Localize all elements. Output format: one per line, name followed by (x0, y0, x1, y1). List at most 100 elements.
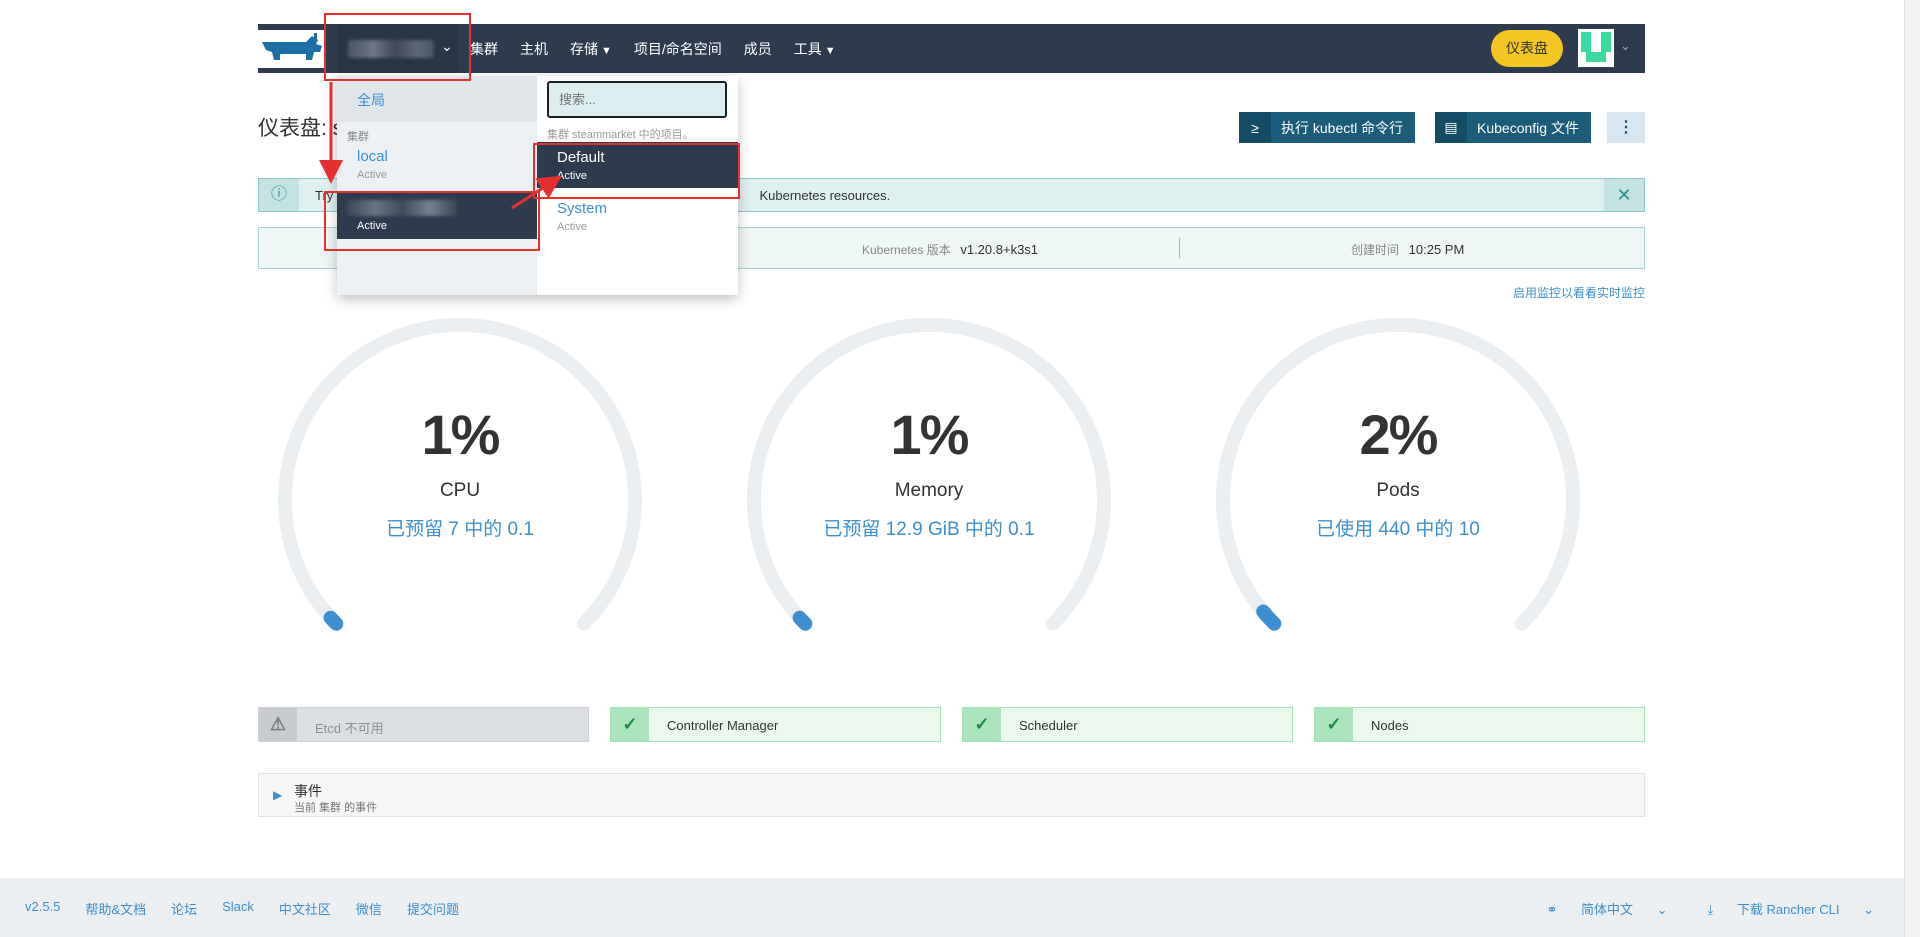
memory-label: Memory (894, 480, 964, 501)
events-subtitle: 当前 集群 的事件 (294, 802, 378, 814)
cluster-project-dropdown: 全局 集群 local Active Active 集群 steammarket… (337, 76, 738, 295)
k8s-version: Kubernetes 版本 v1.20.8+k3s1 (862, 241, 1038, 258)
project-search-input[interactable] (547, 81, 727, 118)
info-icon: ⓘ (259, 179, 299, 211)
pods-percent: 2% (1359, 403, 1439, 466)
created-time: 创建时间 10:25 PM (1351, 241, 1464, 258)
nav-storage[interactable]: 存储 ▼ (570, 39, 612, 59)
nav-tools[interactable]: 工具 ▼ (794, 39, 836, 59)
memory-percent: 1% (890, 403, 970, 466)
footer-community-link[interactable]: 中文社区 (279, 899, 331, 918)
footer-slack-link[interactable]: Slack (222, 899, 254, 918)
cluster-selector[interactable]: ⌄ (338, 24, 458, 73)
chevron-down-icon: ⌄ (1859, 902, 1874, 917)
cluster-list: 全局 集群 local Active Active (337, 76, 537, 295)
nav-hosts[interactable]: 主机 (520, 39, 548, 59)
footer: v2.5.5 帮助&文档 论坛 Slack 中文社区 微信 提交问题 ⚭ 简体中… (0, 878, 1904, 937)
project-list: 集群 steammarket 中的项目。 Default Active Syst… (537, 76, 738, 295)
cpu-percent: 1% (421, 403, 501, 466)
nodes-status: ✓ Nodes (1314, 707, 1645, 742)
cpu-gauge: 1% CPU 已预留 7 中的 0.1 (260, 310, 660, 650)
cpu-detail: 已预留 7 中的 0.1 (386, 519, 534, 540)
footer-version-link[interactable]: v2.5.5 (25, 899, 60, 918)
footer-forum-link[interactable]: 论坛 (171, 899, 197, 918)
footer-wechat-link[interactable]: 微信 (356, 899, 382, 918)
cluster-name-redacted (347, 200, 457, 216)
project-name: Default (557, 149, 605, 166)
cpu-label: CPU (439, 480, 481, 501)
chevron-down-icon: ▼ (601, 44, 612, 57)
controller-manager-status: ✓ Controller Manager (610, 707, 941, 742)
created-value: 10:25 PM (1408, 242, 1465, 257)
rancher-logo[interactable] (258, 30, 324, 68)
global-label: 全局 (357, 92, 385, 108)
footer-right: ⚭ 简体中文 ⌄ ⤓ 下载 Rancher CLI ⌄ (1506, 899, 1874, 918)
divider (1179, 238, 1180, 258)
page-title: 仪表盘: s (258, 117, 344, 140)
main-nav: 集群 主机 存储 ▼ 项目/命名空间 成员 工具 ▼ (470, 24, 858, 73)
cluster-name: local (357, 148, 388, 165)
nav-projects-namespaces[interactable]: 项目/命名空间 (634, 39, 722, 59)
more-actions-button[interactable]: ⋮ (1607, 112, 1645, 143)
language-selector[interactable]: ⚭ 简体中文 ⌄ (1526, 899, 1667, 918)
kubeconfig-file-button[interactable]: ▤ Kubeconfig 文件 (1435, 112, 1591, 143)
controller-manager-label: Controller Manager (667, 718, 779, 733)
cluster-status: Active (357, 220, 387, 232)
download-cli-button[interactable]: ⤓ 下载 Rancher CLI ⌄ (1688, 899, 1874, 918)
scheduler-label: Scheduler (1019, 718, 1078, 733)
cluster-item-selected[interactable]: Active (337, 193, 537, 239)
pods-label: Pods (1376, 480, 1420, 501)
avatar-identicon-icon (1578, 29, 1614, 67)
nav-clusters[interactable]: 集群 (470, 39, 498, 59)
language-label: 简体中文 (1581, 902, 1634, 917)
cluster-status: Active (357, 169, 387, 181)
k8s-version-label: Kubernetes 版本 (862, 243, 951, 257)
user-avatar[interactable] (1578, 29, 1614, 67)
close-icon[interactable]: ✕ (1604, 179, 1644, 211)
dashboard-button[interactable]: 仪表盘 (1491, 30, 1563, 67)
download-cli-label: 下载 Rancher CLI (1736, 902, 1840, 917)
download-icon: ⤓ (1707, 902, 1717, 917)
footer-issue-link[interactable]: 提交问题 (407, 899, 459, 918)
project-status: Active (557, 221, 587, 233)
memory-detail: 已预留 12.9 GiB 中的 0.1 (823, 519, 1035, 540)
footer-docs-link[interactable]: 帮助&文档 (85, 899, 146, 918)
project-item-system[interactable]: System Active (537, 193, 738, 239)
pods-detail: 已使用 440 中的 10 (1316, 519, 1480, 540)
check-icon: ✓ (1315, 708, 1353, 741)
etcd-status: ⚠ Etcd 不可用 (258, 707, 589, 742)
top-header: ⌄ 集群 主机 存储 ▼ 项目/命名空间 成员 工具 ▼ 仪表盘 ⌄ (258, 24, 1645, 73)
vertical-scrollbar[interactable] (1904, 0, 1920, 937)
project-name: System (557, 200, 608, 217)
nav-members[interactable]: 成员 (744, 39, 772, 59)
footer-links: v2.5.5 帮助&文档 论坛 Slack 中文社区 微信 提交问题 (25, 899, 484, 918)
project-item-default[interactable]: Default Active (537, 142, 738, 188)
memory-gauge: 1% Memory 已预留 12.9 GiB 中的 0.1 (729, 310, 1129, 650)
file-icon: ▤ (1435, 112, 1467, 143)
expand-triangle-icon[interactable]: ▶ (273, 788, 282, 802)
cluster-item-local[interactable]: local Active (337, 142, 537, 188)
globe-icon: ⚭ (1546, 902, 1561, 917)
cluster-name-redacted (348, 40, 434, 58)
pods-gauge: 2% Pods 已使用 440 中的 10 (1198, 310, 1598, 650)
enable-monitoring-link[interactable]: 启用监控以看看实时监控 (1513, 284, 1645, 301)
warning-icon: ⚠ (259, 708, 297, 741)
etcd-status-label: Etcd 不可用 (315, 721, 384, 736)
kubectl-shell-button[interactable]: ≥ 执行 kubectl 命令行 (1239, 112, 1416, 143)
kubectl-button-label: 执行 kubectl 命令行 (1281, 119, 1404, 136)
more-vertical-icon: ⋮ (1618, 119, 1634, 136)
chevron-down-icon: ▼ (824, 44, 836, 57)
project-status: Active (557, 170, 587, 182)
events-title: 事件 (294, 783, 322, 799)
created-label: 创建时间 (1351, 243, 1400, 257)
k8s-version-value: v1.20.8+k3s1 (960, 242, 1039, 257)
check-icon: ✓ (963, 708, 1001, 741)
scheduler-status: ✓ Scheduler (962, 707, 1293, 742)
chevron-down-icon: ⌄ (1653, 902, 1668, 917)
kubeconfig-button-label: Kubeconfig 文件 (1477, 119, 1579, 136)
check-icon: ✓ (611, 708, 649, 741)
project-hint: 集群 steammarket 中的项目。 (547, 129, 694, 141)
global-item[interactable]: 全局 (337, 76, 537, 122)
chevron-down-icon[interactable]: ⌄ (1620, 38, 1631, 54)
events-panel[interactable]: ▶ 事件 当前 集群 的事件 (258, 773, 1645, 817)
